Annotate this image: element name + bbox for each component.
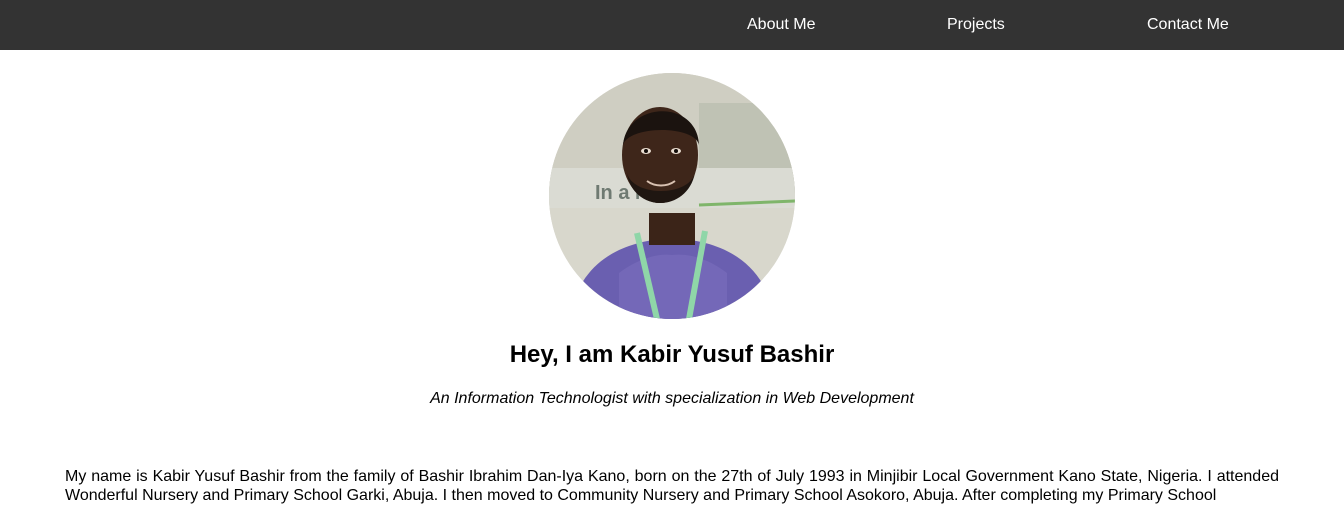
nav-link-about-me[interactable]: About Me <box>747 15 815 35</box>
top-navbar: About Me Projects Contact Me <box>0 0 1344 50</box>
nav-link-contact-me[interactable]: Contact Me <box>1147 15 1229 35</box>
bio-paragraph: My name is Kabir Yusuf Bashir from the f… <box>65 468 1279 504</box>
nav-link-projects[interactable]: Projects <box>947 15 1005 35</box>
profile-photo: In a Now <box>549 73 795 319</box>
profile-photo-illustration: In a Now <box>549 73 795 319</box>
tagline: An Information Technologist with special… <box>430 390 914 407</box>
page-title: Hey, I am Kabir Yusuf Bashir <box>509 341 835 368</box>
